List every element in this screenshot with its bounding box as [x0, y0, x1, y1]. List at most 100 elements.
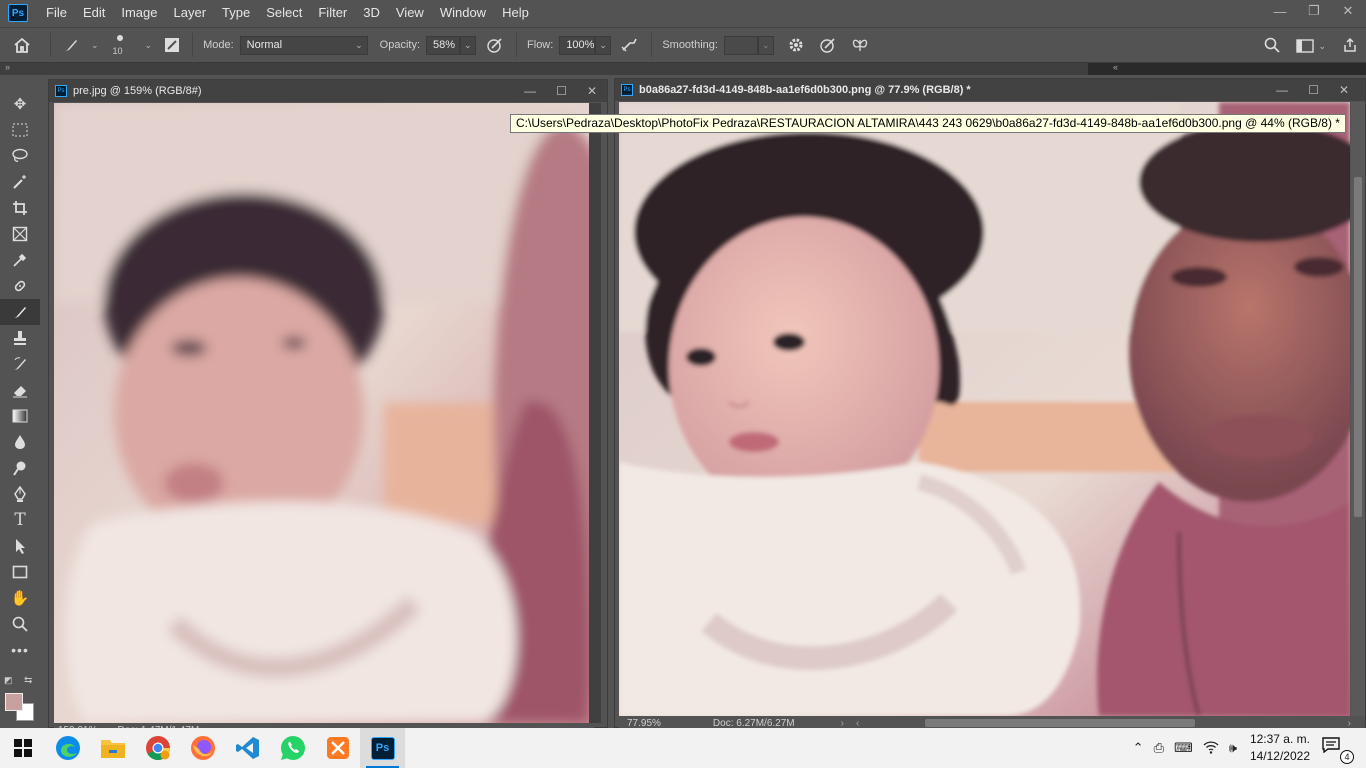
close-icon[interactable]: ✕ [1340, 3, 1356, 19]
start-button[interactable] [0, 728, 45, 768]
menu-filter[interactable]: Filter [310, 0, 355, 26]
canvas-pre[interactable] [54, 103, 589, 723]
opacity-dropdown[interactable]: ⌄ [460, 35, 477, 55]
system-tray: ⌃ ⎙ ⌨ 🕪 12:37 a. m. 14/12/2022 4 [1128, 728, 1366, 768]
menu-select[interactable]: Select [258, 0, 310, 26]
volume-icon[interactable]: 🕪 [1229, 740, 1237, 756]
frame-tool-icon[interactable] [0, 221, 40, 247]
wifi-icon[interactable] [1203, 740, 1219, 757]
xampp-icon[interactable] [315, 728, 360, 768]
vertical-scrollbar[interactable] [1351, 102, 1365, 716]
minimize-icon[interactable]: — [1272, 4, 1288, 19]
photoshop-logo-icon[interactable]: Ps [8, 4, 28, 22]
brush-preset-icon[interactable] [57, 31, 85, 59]
brush-tool-icon[interactable] [0, 299, 40, 325]
document-tab[interactable]: Ps b0a86a27-fd3d-4149-848b-aa1ef6d0b300.… [615, 79, 1365, 101]
default-colors-icon[interactable]: ◩ [4, 675, 13, 686]
zoom-tool-icon[interactable] [0, 611, 40, 637]
mode-select[interactable]: Normal ⌄ [239, 35, 368, 55]
smoothing-dropdown[interactable]: ⌄ [757, 35, 774, 55]
smoothing-input[interactable] [723, 35, 758, 55]
minimize-icon[interactable]: — [1276, 83, 1288, 97]
rectangle-tool-icon[interactable] [0, 559, 40, 585]
notification-center-icon[interactable]: 4 [1322, 737, 1354, 764]
hand-tool-icon[interactable]: ✋ [0, 585, 40, 611]
document-tab[interactable]: Ps pre.jpg @ 159% (RGB/8#) — ☐ ✕ [49, 80, 607, 102]
marquee-tool-icon[interactable] [0, 117, 40, 143]
vertical-scrollbar[interactable] [589, 103, 601, 723]
scrollbar-thumb[interactable] [1354, 177, 1362, 517]
blur-tool-icon[interactable] [0, 429, 40, 455]
eraser-icon[interactable] [0, 377, 40, 403]
menu-type[interactable]: Type [214, 0, 258, 26]
menu-help[interactable]: Help [494, 0, 537, 26]
menu-file[interactable]: File [38, 0, 75, 26]
symmetry-butterfly-icon[interactable] [844, 31, 876, 59]
file-explorer-icon[interactable] [90, 728, 135, 768]
horizontal-scrollbar-thumb[interactable] [925, 719, 1195, 727]
chevron-down-icon: ⌄ [355, 39, 363, 50]
minimize-icon[interactable]: — [524, 84, 536, 98]
type-tool-icon[interactable]: T [0, 507, 40, 533]
chevron-up-icon[interactable]: ⌃ [1133, 740, 1144, 756]
dodge-tool-icon[interactable] [0, 455, 40, 481]
pressure-opacity-icon[interactable] [480, 31, 510, 59]
search-icon[interactable] [1264, 37, 1281, 56]
magic-wand-icon[interactable] [0, 169, 40, 195]
scroll-right-icon[interactable]: › [1348, 718, 1351, 729]
menu-image[interactable]: Image [113, 0, 165, 26]
language-icon[interactable]: ⌨ [1174, 740, 1193, 756]
restore-icon[interactable]: ❐ [1306, 3, 1322, 19]
foreground-color-swatch[interactable] [5, 693, 23, 711]
maximize-icon[interactable]: ☐ [556, 84, 567, 98]
menu-3d[interactable]: 3D [355, 0, 388, 26]
canvas-restored[interactable] [619, 102, 1350, 716]
whatsapp-icon[interactable] [270, 728, 315, 768]
swap-colors-icon[interactable]: ⇆ [24, 675, 32, 686]
windows-taskbar: Ps ⌃ ⎙ ⌨ 🕪 12:37 a. m. 14/12/2022 4 [0, 728, 1366, 768]
chrome-icon[interactable] [135, 728, 180, 768]
path-selection-icon[interactable] [0, 533, 40, 559]
close-icon[interactable]: ✕ [587, 84, 597, 98]
move-tool-icon[interactable]: ✥ [0, 91, 40, 117]
gradient-tool-icon[interactable] [0, 403, 40, 429]
menu-window[interactable]: Window [432, 0, 494, 26]
maximize-icon[interactable]: ☐ [1308, 83, 1319, 97]
zoom-level[interactable]: 77.95% [627, 718, 661, 729]
flow-input[interactable]: 100% [559, 35, 596, 55]
history-brush-icon[interactable] [0, 351, 40, 377]
firefox-icon[interactable] [180, 728, 225, 768]
meet-now-icon[interactable]: ⎙ [1154, 740, 1164, 756]
edge-icon[interactable] [45, 728, 90, 768]
menu-edit[interactable]: Edit [75, 0, 113, 26]
eyedropper-icon[interactable] [0, 247, 40, 273]
lasso-tool-icon[interactable] [0, 143, 40, 169]
healing-brush-icon[interactable] [0, 273, 40, 299]
status-arrow-icon[interactable]: › [841, 718, 844, 729]
airbrush-icon[interactable] [615, 31, 645, 59]
home-icon[interactable] [0, 31, 44, 59]
more-tools-icon[interactable]: ••• [0, 637, 40, 663]
close-icon[interactable]: ✕ [1339, 83, 1349, 97]
pressure-size-icon[interactable] [812, 31, 844, 59]
workspace-icon[interactable]: ⌄ [1296, 39, 1326, 53]
brush-size-dropdown-icon[interactable]: ⌄ [145, 40, 153, 51]
expand-panels-icon[interactable]: « [1113, 62, 1118, 72]
flow-dropdown[interactable]: ⌄ [595, 35, 612, 55]
brush-settings-panel-icon[interactable] [158, 31, 186, 59]
gear-icon[interactable] [780, 31, 812, 59]
expand-toolbar-icon[interactable]: » [5, 62, 10, 72]
vscode-icon[interactable] [225, 728, 270, 768]
crop-tool-icon[interactable] [0, 195, 40, 221]
clock[interactable]: 12:37 a. m. 14/12/2022 [1250, 731, 1310, 765]
photoshop-icon[interactable]: Ps [360, 728, 405, 768]
brush-preset-dropdown-icon[interactable]: ⌄ [91, 40, 99, 51]
menu-view[interactable]: View [388, 0, 432, 26]
clone-stamp-icon[interactable] [0, 325, 40, 351]
opacity-input[interactable]: 58% [426, 35, 461, 55]
share-icon[interactable] [1342, 37, 1358, 56]
brush-size-picker[interactable]: 10 [105, 31, 139, 59]
menu-layer[interactable]: Layer [166, 0, 215, 26]
scroll-left-icon[interactable]: ‹ [856, 718, 859, 729]
pen-tool-icon[interactable] [0, 481, 40, 507]
